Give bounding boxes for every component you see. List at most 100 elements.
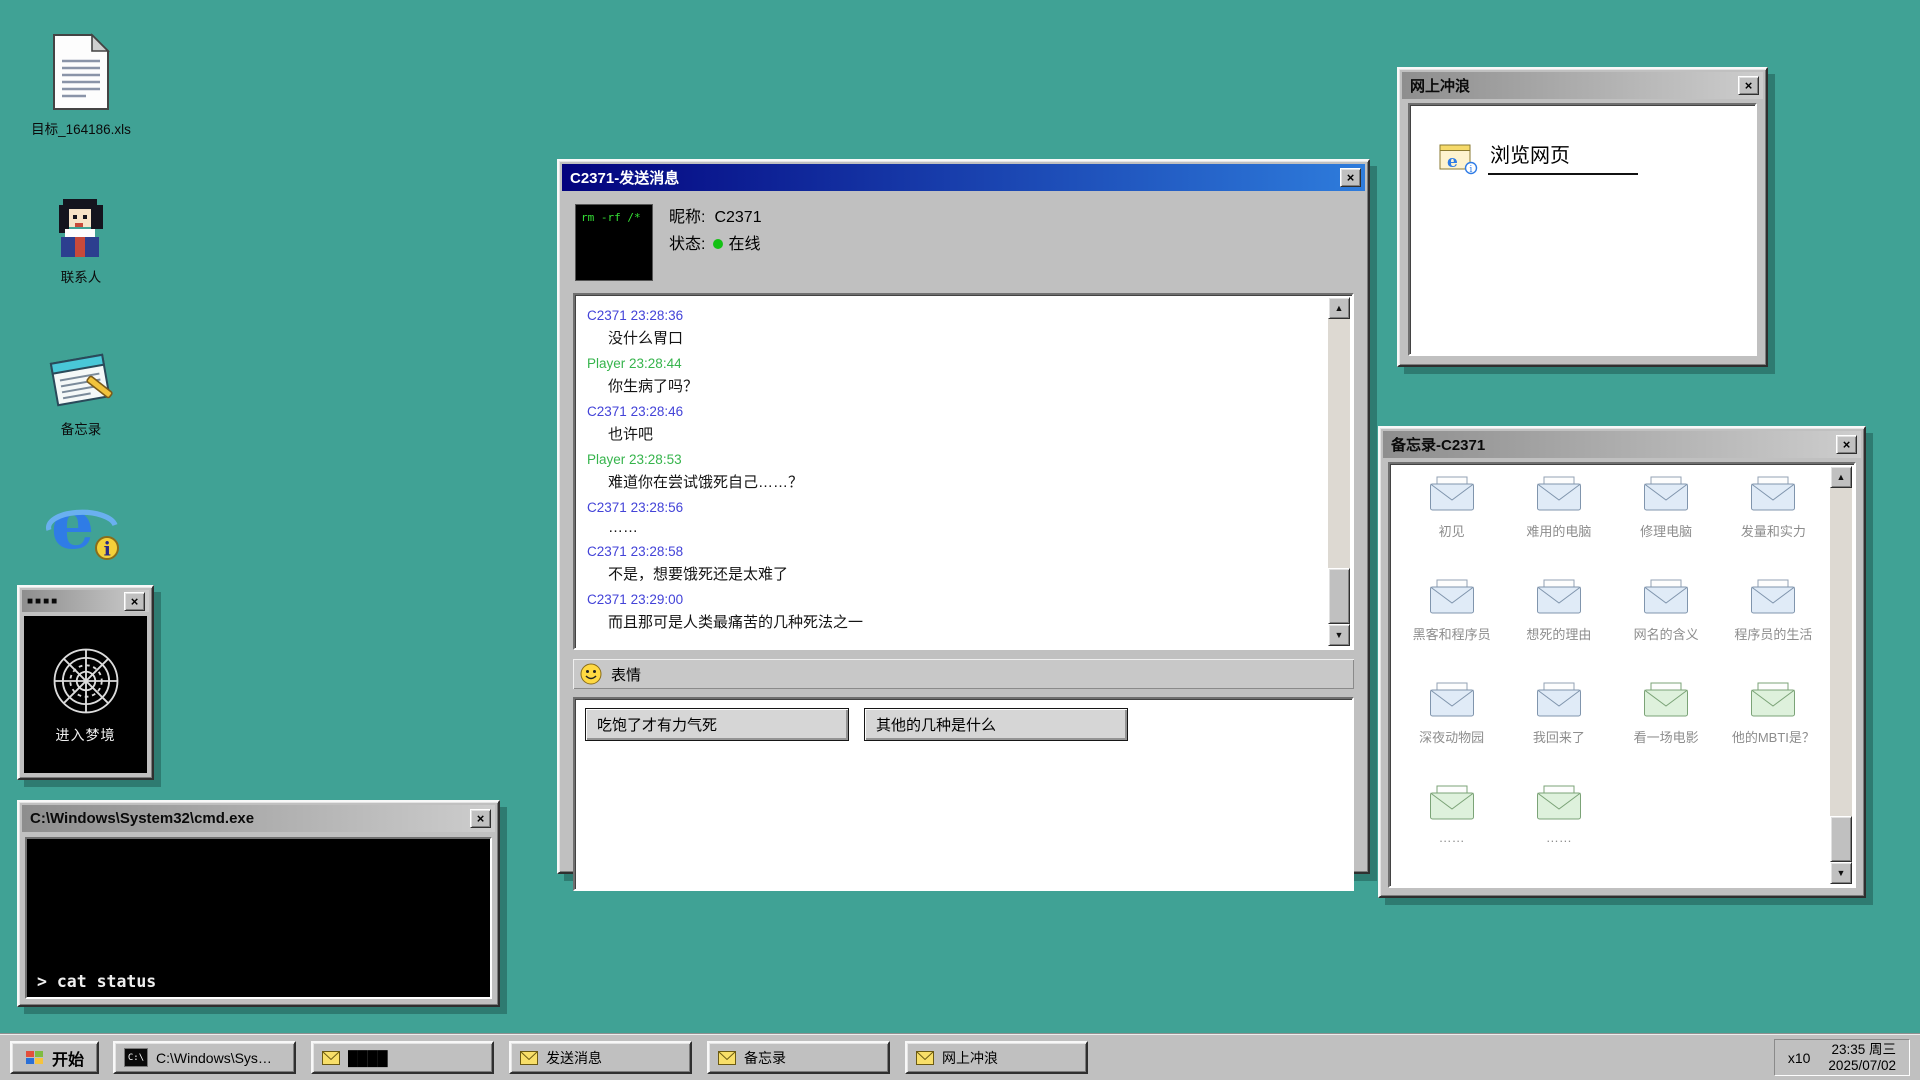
memo-entry[interactable]: 黑客和程序员 <box>1398 579 1505 682</box>
memo-entry-label: 看一场电影 <box>1634 727 1699 746</box>
mail-icon <box>718 1051 736 1065</box>
memo-entry-label: 初见 <box>1439 521 1465 540</box>
mail-icon <box>322 1051 340 1065</box>
message-sender: C2371 <box>587 544 627 559</box>
memo-entry[interactable]: 我回来了 <box>1505 682 1612 785</box>
surf-titlebar[interactable]: 网上冲浪 × <box>1402 72 1763 99</box>
scroll-down-icon[interactable]: ▼ <box>1830 862 1852 884</box>
envelope-icon <box>1429 785 1475 821</box>
emoji-label: 表情 <box>611 664 641 685</box>
memo-entry[interactable]: 发量和实力 <box>1720 476 1827 579</box>
dream-title: ■■■■ <box>27 596 118 607</box>
desktop-icon-contacts[interactable]: 联系人 <box>16 197 146 286</box>
scroll-thumb[interactable] <box>1328 568 1350 624</box>
emoji-button[interactable]: 表情 <box>573 659 1354 689</box>
memo-scrollbar[interactable]: ▲ ▼ <box>1830 466 1852 884</box>
chat-scrollbar[interactable]: ▲ ▼ <box>1328 297 1350 646</box>
memo-entry[interactable]: 网名的含义 <box>1613 579 1720 682</box>
memo-entry-label: 发量和实力 <box>1741 521 1806 540</box>
memo-entry[interactable]: …… <box>1505 785 1612 884</box>
close-icon[interactable]: × <box>124 592 145 611</box>
message-header: C2371 23:28:58 <box>587 544 1315 559</box>
message-text: …… <box>608 519 1315 536</box>
scroll-track[interactable] <box>1830 488 1852 862</box>
close-icon[interactable]: × <box>1738 76 1759 95</box>
scroll-track[interactable] <box>1328 319 1350 624</box>
memo-title: 备忘录-C2371 <box>1391 434 1830 455</box>
memo-entry-label: 难用的电脑 <box>1526 521 1591 540</box>
close-icon[interactable]: × <box>470 809 491 828</box>
chat-title: C2371-发送消息 <box>570 167 1334 188</box>
start-label: 开始 <box>52 1046 84 1070</box>
svg-text:i: i <box>104 539 111 561</box>
svg-text:i: i <box>1469 164 1472 175</box>
envelope-icon <box>1429 476 1475 512</box>
desktop-icon-internet-explorer[interactable]: e i <box>16 486 146 573</box>
smiley-icon <box>580 663 602 685</box>
desktop-icon-memo[interactable]: 备忘录 <box>16 349 146 438</box>
taskbar-button-label: 网上冲浪 <box>942 1048 998 1068</box>
memo-titlebar[interactable]: 备忘录-C2371 × <box>1383 431 1861 458</box>
reply-option-button[interactable]: 吃饱了才有力气死 <box>585 708 849 741</box>
mail-icon <box>520 1051 538 1065</box>
taskbar-window-button[interactable]: C:\ 网上冲浪 <box>905 1041 1088 1074</box>
terminal[interactable]: > cat status健康: [#####..................… <box>25 837 492 999</box>
nickname-value: C2371 <box>714 209 761 226</box>
clock-time: 23:35 周三 <box>1828 1042 1896 1058</box>
terminal-output: > cat status健康: [#####..................… <box>37 894 480 999</box>
memo-entry[interactable]: 想死的理由 <box>1505 579 1612 682</box>
memo-entry[interactable]: 难用的电脑 <box>1505 476 1612 579</box>
memo-entry-label: 修理电脑 <box>1640 521 1692 540</box>
chat-message: C2371 23:28:46 也许吧 <box>587 404 1315 444</box>
mandala-icon <box>49 644 123 718</box>
desktop-icon-target-xls[interactable]: 目标_164186.xls <box>16 33 146 138</box>
scroll-thumb[interactable] <box>1830 816 1852 862</box>
chat-titlebar[interactable]: C2371-发送消息 × <box>562 164 1365 191</box>
reply-option-button[interactable]: 其他的几种是什么 <box>864 708 1128 741</box>
close-icon[interactable]: × <box>1340 168 1361 187</box>
ie-page-icon: e i <box>1438 141 1480 175</box>
memo-entry[interactable]: …… <box>1398 785 1505 884</box>
envelope-icon <box>1536 476 1582 512</box>
taskbar-window-button[interactable]: C:\ C:\Windows\Sys… <box>113 1041 296 1074</box>
envelope-icon <box>1750 476 1796 512</box>
memo-entry-label: 深夜动物园 <box>1419 727 1484 746</box>
memo-entry[interactable]: 程序员的生活 <box>1720 579 1827 682</box>
browse-web-label: 浏览网页 <box>1488 139 1638 175</box>
memo-entry[interactable]: 修理电脑 <box>1613 476 1720 579</box>
message-text: 不是，想要饿死还是太难了 <box>608 563 1315 584</box>
message-time: 23:29:00 <box>631 592 684 607</box>
taskbar-window-button[interactable]: C:\ ████ <box>311 1041 494 1074</box>
memo-entry-label: 网名的含义 <box>1634 624 1699 643</box>
memo-entry[interactable]: 看一场电影 <box>1613 682 1720 785</box>
memo-entry-label: …… <box>1439 830 1465 845</box>
memo-grid: 初见 难用的电脑 修理电脑 <box>1392 466 1829 884</box>
scroll-up-icon[interactable]: ▲ <box>1328 297 1350 319</box>
taskbar-window-button[interactable]: C:\ 备忘录 <box>707 1041 890 1074</box>
chat-message: Player 23:28:53 难道你在尝试饿死自己……？ <box>587 452 1315 492</box>
message-time: 23:28:56 <box>631 500 684 515</box>
desktop: { "ui": { "close": "×", "arrow_up": "▲",… <box>0 0 1920 1080</box>
message-header: C2371 23:28:56 <box>587 500 1315 515</box>
taskbar-window-button[interactable]: C:\ 发送消息 <box>509 1041 692 1074</box>
memo-entry[interactable]: 初见 <box>1398 476 1505 579</box>
dream-label: 进入梦境 <box>56 725 116 745</box>
message-time: 23:28:53 <box>629 452 682 467</box>
clock-date: 2025/07/02 <box>1828 1058 1896 1074</box>
close-icon[interactable]: × <box>1836 435 1857 454</box>
memo-entry[interactable]: 他的MBTI是？ <box>1720 682 1827 785</box>
cmd-titlebar[interactable]: C:\Windows\System32\cmd.exe × <box>22 805 495 832</box>
start-button[interactable]: 开始 <box>10 1041 99 1074</box>
enter-dream-portal[interactable]: 进入梦境 <box>24 616 147 773</box>
nickname-row: 昵称:C2371 <box>669 204 762 231</box>
memo-entry-label: 程序员的生活 <box>1734 624 1812 643</box>
scroll-down-icon[interactable]: ▼ <box>1328 624 1350 646</box>
status-row: 状态:在线 <box>669 231 762 258</box>
windows-logo-icon <box>25 1049 45 1067</box>
browse-web-link[interactable]: e i 浏览网页 <box>1438 139 1755 175</box>
dream-titlebar[interactable]: ■■■■ × <box>22 590 149 612</box>
taskbar: 开始 C:\ C:\Windows\Sys… C:\ ████ C:\ <box>0 1034 1920 1080</box>
scroll-up-icon[interactable]: ▲ <box>1830 466 1852 488</box>
chat-message: Player 23:28:44 你生病了吗？ <box>587 356 1315 396</box>
memo-entry[interactable]: 深夜动物园 <box>1398 682 1505 785</box>
